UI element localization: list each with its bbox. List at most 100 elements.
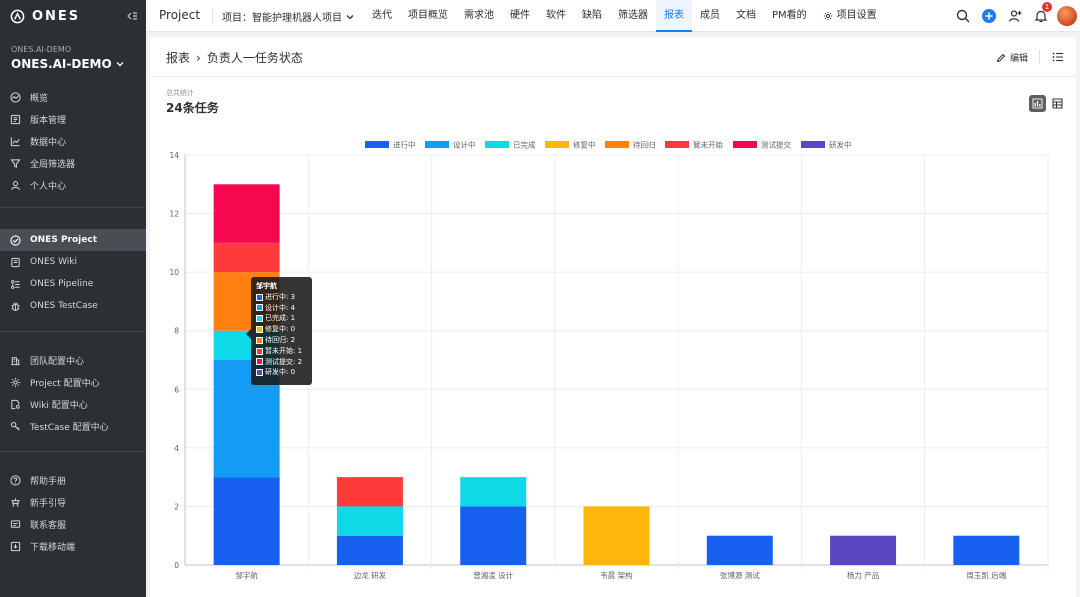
tab-label: 报表: [664, 10, 684, 21]
sidebar-item[interactable]: 版本管理: [0, 108, 146, 130]
create-button[interactable]: [976, 0, 1002, 32]
search-button[interactable]: [950, 0, 976, 32]
bar-segment[interactable]: [460, 477, 527, 507]
bar-segment[interactable]: [336, 506, 403, 536]
project-switcher[interactable]: 项目：智能护理机器人项目: [222, 9, 354, 24]
project-tabs: 迭代 项目概览 需求池 硬件 软件 缺陷 筛选器 报表 成员 文档 PM看的 项目设置: [364, 0, 885, 32]
tooltip-row-text: 进行中: 3: [265, 292, 296, 301]
sidebar-item-label: 联系客服: [30, 520, 67, 531]
org-switcher[interactable]: ONES.AI-DEMO: [11, 57, 124, 71]
tab[interactable]: PM看的: [764, 0, 815, 32]
bar-segment[interactable]: [830, 535, 897, 565]
legend-label[interactable]: 进行中: [393, 140, 416, 150]
bar-segment[interactable]: [213, 242, 280, 273]
sidebar-item[interactable]: Wiki 配置中心: [0, 393, 146, 415]
legend-label[interactable]: 测试提交: [761, 140, 791, 150]
legend-swatch[interactable]: [733, 141, 757, 148]
tab[interactable]: 软件: [538, 0, 574, 32]
gear-icon: [823, 11, 832, 21]
sidebar-item-label: TestCase 配置中心: [30, 422, 109, 433]
version-icon: [10, 114, 21, 124]
legend-swatch[interactable]: [425, 141, 449, 148]
plus-circle-icon: [982, 9, 996, 23]
sidebar-item[interactable]: TestCase 配置中心: [0, 415, 146, 437]
tab[interactable]: 筛选器: [610, 0, 656, 32]
sidebar-item[interactable]: 全局筛选器: [0, 152, 146, 174]
list-menu-icon[interactable]: [1052, 51, 1064, 63]
sidebar-item[interactable]: 联系客服: [0, 513, 146, 535]
invite-member-button[interactable]: [1002, 0, 1028, 32]
building-icon: [11, 356, 20, 365]
legend-swatch[interactable]: [665, 141, 689, 148]
breadcrumb-reports-link[interactable]: 报表: [166, 49, 190, 66]
sidebar-item[interactable]: ONES Wiki: [0, 251, 146, 273]
tooltip-rows: 进行中: 3 设计中: 4 已完成: 1 修复中: 0 待回归: 2 暂未开始: 1 测试提…: [256, 292, 307, 378]
summary-value: 24条任务: [166, 101, 219, 115]
bar-segment[interactable]: [953, 535, 1020, 565]
legend-swatch[interactable]: [801, 141, 825, 148]
tab-label: 缺陷: [582, 10, 602, 21]
tab[interactable]: 硬件: [502, 0, 538, 32]
tab[interactable]: 文档: [728, 0, 764, 32]
tab-label: 软件: [546, 10, 566, 21]
tooltip-row-text: 暂未开始: 1: [265, 346, 303, 355]
legend-label[interactable]: 待回归: [633, 140, 656, 150]
sidebar-item-label: 个人中心: [30, 181, 67, 192]
legend-label[interactable]: 修复中: [573, 140, 596, 150]
sidebar-item[interactable]: 帮助手册: [0, 469, 146, 491]
sidebar-item[interactable]: 概览: [0, 86, 146, 108]
legend-label[interactable]: 暂未开始: [693, 140, 723, 150]
tooltip-swatch: [256, 326, 263, 334]
sidebar-item[interactable]: ONES TestCase: [0, 295, 146, 317]
legend-swatch[interactable]: [485, 141, 509, 148]
sidebar-item[interactable]: 下载移动端: [0, 535, 146, 557]
bar-segment[interactable]: [213, 184, 280, 243]
sidebar-item[interactable]: ONES Project: [0, 229, 146, 251]
user-menu[interactable]: [1054, 0, 1080, 32]
legend-swatch[interactable]: [545, 141, 569, 148]
config-nav: 团队配置中心 Project 配置中心 Wiki 配置中心 TestCase 配置中心: [0, 349, 146, 437]
help-nav: 帮助手册新手引导联系客服下载移动端: [0, 469, 146, 557]
logo-text: ONES: [32, 9, 81, 24]
bar-segment[interactable]: [706, 535, 773, 565]
legend-label[interactable]: 设计中: [453, 140, 476, 150]
logo[interactable]: ONES: [10, 9, 80, 24]
main-nav: 概览 版本管理 数据中心 全局筛选器个人中心: [0, 86, 146, 196]
tab[interactable]: 迭代: [364, 0, 400, 32]
collapse-sidebar-icon[interactable]: [126, 10, 138, 22]
legend-swatch[interactable]: [605, 141, 629, 148]
bar-segment[interactable]: [336, 535, 403, 565]
tab-label: 成员: [700, 10, 720, 21]
legend-label[interactable]: 已完成: [513, 140, 536, 150]
bar-segment[interactable]: [583, 506, 650, 565]
sidebar-item-label: 下载移动端: [30, 542, 76, 553]
sidebar-item-label: 帮助手册: [30, 476, 67, 487]
tab[interactable]: 项目概览: [400, 0, 456, 32]
tab[interactable]: 报表: [656, 0, 692, 32]
legend-swatch[interactable]: [365, 141, 389, 148]
tooltip-row: 暂未开始: 1: [256, 346, 307, 357]
chart-view-button[interactable]: [1029, 95, 1046, 112]
tab[interactable]: 缺陷: [574, 0, 610, 32]
sidebar-item[interactable]: ONES Pipeline: [0, 273, 146, 295]
tooltip-row: 设计中: 4: [256, 303, 307, 314]
bar-chart-icon: [1032, 98, 1043, 109]
sidebar-item[interactable]: 数据中心: [0, 130, 146, 152]
tab[interactable]: 需求池: [456, 0, 502, 32]
app-title: Project: [159, 8, 201, 22]
table-view-button[interactable]: [1049, 95, 1066, 112]
edit-button[interactable]: 编辑: [996, 51, 1028, 64]
notifications-button[interactable]: 1: [1028, 0, 1054, 32]
sidebar-item[interactable]: 新手引导: [0, 491, 146, 513]
sidebar-item[interactable]: Project 配置中心: [0, 371, 146, 393]
org-name: ONES.AI-DEMO: [11, 57, 112, 71]
legend-label[interactable]: 研发中: [829, 140, 852, 150]
bar-segment[interactable]: [336, 477, 403, 507]
sidebar-item[interactable]: 团队配置中心: [0, 349, 146, 371]
bar-segment[interactable]: [460, 506, 527, 565]
sidebar-item[interactable]: 个人中心: [0, 174, 146, 196]
bar-segment[interactable]: [213, 477, 280, 565]
tab[interactable]: 项目设置: [815, 0, 885, 32]
tab-label: 项目设置: [836, 10, 877, 21]
tab[interactable]: 成员: [692, 0, 728, 32]
